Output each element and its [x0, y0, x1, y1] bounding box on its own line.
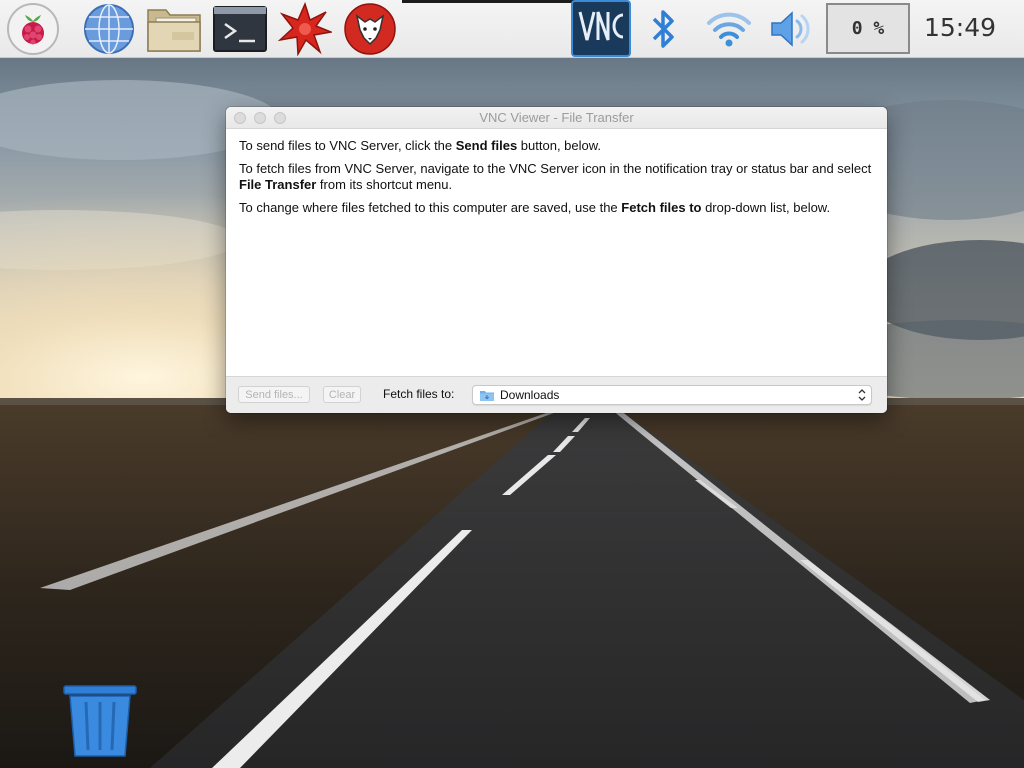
taskbar: 0 % 15:49 — [0, 0, 1024, 58]
instruction-text: To change where files fetched to this co… — [239, 200, 622, 215]
terminal-button[interactable] — [212, 2, 268, 56]
vnc-tray-button[interactable] — [571, 0, 631, 57]
instruction-emphasis: Send files — [455, 138, 518, 153]
instruction-text: drop-down list, below. — [701, 200, 831, 215]
instruction-fetch: To fetch files from VNC Server, navigate… — [239, 161, 874, 193]
downloads-folder-icon — [480, 391, 494, 401]
wolfram-button[interactable] — [342, 2, 398, 56]
send-files-button[interactable]: Send files... — [238, 386, 310, 403]
taskbar-window-strip — [402, 0, 580, 3]
file-transfer-window: VNC Viewer - File Transfer To send files… — [226, 107, 887, 413]
cpu-usage-monitor[interactable]: 0 % — [826, 3, 910, 54]
fetch-location-value: Downloads — [500, 388, 560, 402]
vnc-icon — [571, 0, 631, 57]
file-manager-button[interactable] — [146, 2, 202, 56]
clear-button[interactable]: Clear — [323, 386, 361, 403]
bluetooth-tray-button[interactable] — [637, 2, 691, 56]
instruction-text: button, below. — [517, 138, 602, 153]
bluetooth-icon — [652, 10, 674, 48]
window-titlebar[interactable]: VNC Viewer - File Transfer — [226, 107, 887, 129]
volume-tray-button[interactable] — [764, 2, 820, 56]
instructions-panel: To send files to VNC Server, click the S… — [226, 130, 887, 376]
instruction-text: from its shortcut menu. — [316, 177, 453, 192]
menu-button[interactable] — [5, 2, 61, 56]
mathematica-button[interactable] — [277, 2, 333, 56]
mathematica-icon — [278, 2, 332, 56]
instruction-emphasis: File Transfer — [239, 177, 317, 192]
window-title: VNC Viewer - File Transfer — [479, 110, 634, 125]
wolf-icon — [344, 3, 396, 55]
raspberry-pi-icon — [7, 3, 59, 55]
cpu-usage-value: 0 % — [851, 18, 885, 39]
instruction-text: To send files to VNC Server, click the — [239, 138, 456, 153]
trash-icon — [63, 685, 137, 757]
instruction-location: To change where files fetched to this co… — [239, 200, 874, 216]
trash-desktop-icon[interactable] — [62, 684, 140, 758]
fetch-location-dropdown[interactable]: Downloads — [472, 385, 872, 405]
globe-icon — [84, 4, 134, 54]
clock[interactable]: 15:49 — [924, 10, 996, 46]
wifi-icon — [707, 12, 751, 47]
fetch-files-label: Fetch files to: — [383, 387, 455, 401]
speaker-icon — [771, 11, 810, 47]
terminal-icon — [213, 6, 267, 52]
window-footer: Send files... Clear Fetch files to: Down… — [226, 376, 887, 413]
instruction-text: To fetch files from VNC Server, navigate… — [239, 161, 872, 176]
chevron-up-down-icon — [858, 389, 866, 401]
instruction-send: To send files to VNC Server, click the S… — [239, 138, 874, 154]
folder-icon — [147, 9, 201, 52]
web-browser-button[interactable] — [81, 2, 137, 56]
instruction-emphasis: Fetch files to — [621, 200, 702, 215]
wifi-tray-button[interactable] — [700, 2, 758, 56]
